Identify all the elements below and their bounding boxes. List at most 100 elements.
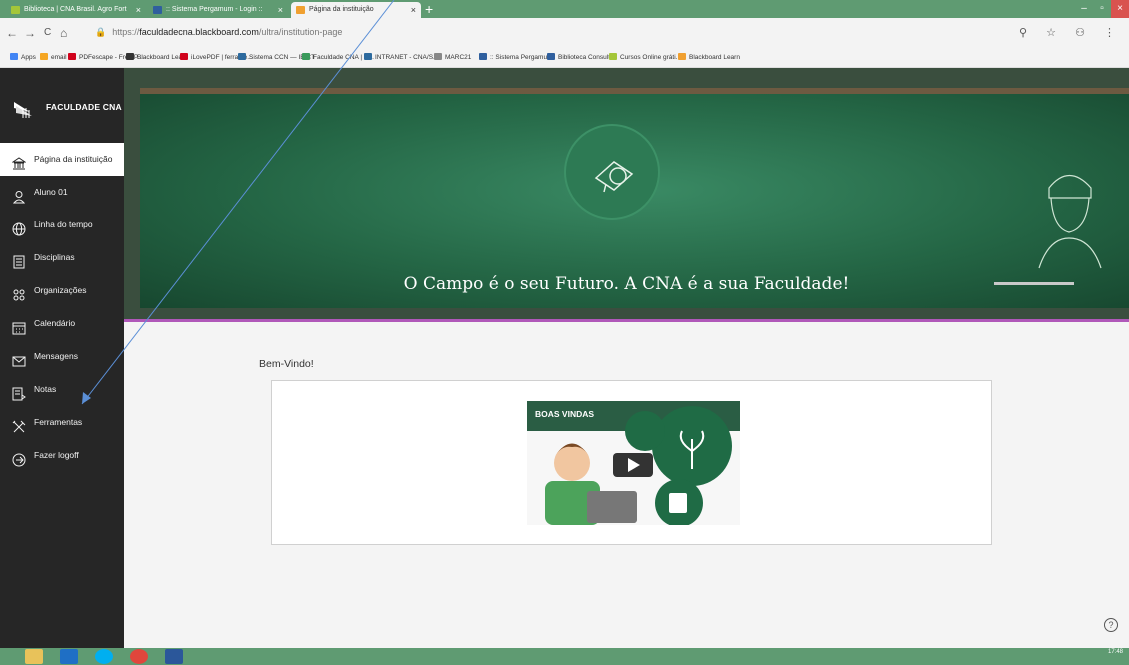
close-window-button[interactable]: × bbox=[1111, 0, 1129, 18]
word-icon[interactable] bbox=[165, 649, 183, 664]
url-path: /ultra/institution-page bbox=[258, 27, 343, 37]
sidebar-item-label: Aluno 01 bbox=[34, 187, 68, 197]
bookmark-item[interactable]: Apps bbox=[10, 53, 36, 61]
sidebar-item-label: Organizações bbox=[34, 285, 87, 295]
sidebar-item-página-da-instituição[interactable]: Página da instituição bbox=[0, 143, 124, 176]
address-bar-row: ← → C ⌂ 🔒 https://faculdadecna.blackboard… bbox=[0, 18, 1129, 48]
browser-tab-instituicao[interactable]: Página da instituição × bbox=[291, 2, 421, 18]
toolbar-right-icons[interactable]: ⚲ ☆ ⚇ ⋮ bbox=[1019, 26, 1123, 39]
system-tray: 17:48 bbox=[1108, 649, 1123, 655]
bookmarks-bar: Apps email PDFescape - Free P... Blackboard… bbox=[0, 48, 1129, 68]
bookmark-label: INTRANET - CNA/S... bbox=[375, 54, 439, 61]
clock-time: 17:48 bbox=[1107, 649, 1123, 655]
globe-icon bbox=[12, 217, 26, 236]
sidebar-item-label: Notas bbox=[34, 384, 57, 394]
sidebar-item-ferramentas[interactable]: Ferramentas bbox=[0, 406, 124, 439]
bookmark-favicon-icon bbox=[302, 53, 310, 60]
close-tab-icon[interactable]: × bbox=[278, 2, 283, 18]
sidebar-item-label: Página da instituição bbox=[34, 154, 113, 164]
sidebar-item-mensagens[interactable]: Mensagens bbox=[0, 340, 124, 373]
tools-icon bbox=[12, 415, 26, 433]
bookmark-favicon-icon bbox=[126, 53, 134, 60]
bookmark-item[interactable]: Biblioteca Consulta bbox=[547, 53, 614, 61]
bookmark-item[interactable]: Blackboard Learn bbox=[678, 53, 740, 61]
leaf-icon bbox=[11, 6, 20, 14]
bookmark-item[interactable]: Cursos Online gráti... bbox=[609, 53, 681, 61]
organizations-icon bbox=[12, 283, 26, 301]
skype-icon[interactable] bbox=[95, 649, 113, 664]
bookmark-label: Apps bbox=[21, 54, 36, 61]
bookmark-favicon-icon bbox=[678, 53, 686, 60]
sidebar-item-disciplinas[interactable]: Disciplinas bbox=[0, 241, 124, 274]
close-tab-icon[interactable]: × bbox=[136, 2, 141, 18]
bookmark-favicon-icon bbox=[180, 53, 188, 60]
courses-icon bbox=[12, 250, 26, 269]
file-explorer-icon[interactable] bbox=[25, 649, 43, 664]
back-button[interactable]: ← bbox=[6, 26, 18, 40]
sidebar-item-label: Ferramentas bbox=[34, 417, 83, 427]
user-icon bbox=[12, 185, 26, 204]
sidebar-item-calendário[interactable]: Calendário bbox=[0, 307, 124, 340]
sidebar-item-organizações[interactable]: Organizações bbox=[0, 274, 124, 307]
logo-mark-icon bbox=[14, 102, 32, 118]
help-button[interactable]: ? bbox=[1104, 618, 1118, 632]
bookmark-label: Cursos Online gráti... bbox=[620, 54, 682, 61]
grades-icon bbox=[12, 382, 26, 401]
graduation-cap-icon bbox=[564, 124, 660, 220]
bookmark-item[interactable]: Blackboard Learn bbox=[126, 53, 188, 61]
url-field[interactable]: 🔒 https://faculdadecna.blackboard.com/ult… bbox=[95, 27, 342, 38]
sidebar-item-notas[interactable]: Notas bbox=[0, 373, 124, 406]
faculdade-cna-logo[interactable]: FACULDADE CNA bbox=[12, 92, 122, 126]
logo-text: FACULDADE CNA bbox=[46, 102, 122, 112]
chrome-icon[interactable] bbox=[130, 649, 148, 664]
reload-button[interactable]: C bbox=[44, 27, 51, 38]
bookmark-favicon-icon bbox=[238, 53, 246, 60]
bookmark-item[interactable]: :: Sistema Pergamu... bbox=[479, 53, 553, 61]
bookmark-label: MARC21 bbox=[445, 54, 472, 61]
bookmark-item[interactable]: INTRANET - CNA/S... bbox=[364, 53, 438, 61]
windows-taskbar: 17:48 bbox=[0, 648, 1129, 665]
close-tab-icon[interactable]: × bbox=[411, 2, 416, 18]
new-tab-button[interactable]: + bbox=[425, 1, 433, 17]
browser-tab-title: Biblioteca | CNA Brasil. Agro Fort bbox=[24, 6, 127, 13]
sidebar-item-label: Mensagens bbox=[34, 351, 78, 361]
minimize-button[interactable]: – bbox=[1075, 0, 1093, 18]
logout-icon bbox=[12, 448, 26, 467]
bookmark-item[interactable]: MARC21 bbox=[434, 53, 471, 61]
sidebar: FACULDADE CNA Página da instituição Aluno… bbox=[0, 68, 124, 648]
home-button[interactable]: ⌂ bbox=[60, 26, 67, 40]
video-card: BOAS VINDAS bbox=[271, 380, 992, 545]
bookmark-label: email bbox=[51, 54, 67, 61]
url-prefix: https:// bbox=[112, 27, 140, 37]
browser-tab-pergamum[interactable]: :: Sistema Pergamum - Login :: × bbox=[148, 2, 288, 18]
url-host: faculdadecna.blackboard.com bbox=[139, 27, 259, 37]
envelope-icon bbox=[12, 349, 26, 367]
hero-banner: O Campo é o seu Futuro. A CNA é a sua Fa… bbox=[124, 68, 1129, 322]
sidebar-item-label: Fazer logoff bbox=[34, 450, 79, 460]
welcome-video[interactable]: BOAS VINDAS bbox=[527, 401, 740, 525]
bookmark-label: Blackboard Learn bbox=[689, 54, 740, 61]
outlook-icon[interactable] bbox=[60, 649, 78, 664]
sidebar-item-linha-do-tempo[interactable]: Linha do tempo bbox=[0, 208, 124, 241]
welcome-heading: Bem-Vindo! bbox=[259, 358, 314, 370]
sidebar-item-label: Linha do tempo bbox=[34, 219, 93, 229]
browser-tab-biblioteca[interactable]: Biblioteca | CNA Brasil. Agro Fort × bbox=[6, 2, 146, 18]
browser-tab-title: :: Sistema Pergamum - Login :: bbox=[166, 6, 263, 13]
calendar-icon bbox=[12, 316, 26, 335]
video-title: BOAS VINDAS bbox=[535, 409, 595, 419]
maximize-button[interactable]: ▫ bbox=[1093, 0, 1111, 18]
farmer-drawing-icon bbox=[1038, 174, 1102, 269]
bookmark-favicon-icon bbox=[364, 53, 372, 60]
institution-icon bbox=[11, 152, 27, 170]
main-content: Bem-Vindo! BOAS VINDAS bbox=[124, 322, 1129, 648]
bookmark-item[interactable]: email bbox=[40, 53, 67, 61]
sidebar-item-label: Disciplinas bbox=[34, 252, 75, 262]
sidebar-item-aluno-01[interactable]: Aluno 01 bbox=[0, 176, 124, 209]
window-controls: – ▫ × bbox=[1075, 0, 1129, 18]
sidebar-item-fazer-logoff[interactable]: Fazer logoff bbox=[0, 439, 124, 472]
browser-tab-strip: Biblioteca | CNA Brasil. Agro Fort × :: … bbox=[0, 0, 1129, 18]
sidebar-item-label: Calendário bbox=[34, 318, 76, 328]
hero-title: O Campo é o seu Futuro. A CNA é a sua Fa… bbox=[403, 274, 850, 294]
forward-button[interactable]: → bbox=[24, 26, 36, 40]
bookmark-favicon-icon bbox=[434, 53, 442, 60]
